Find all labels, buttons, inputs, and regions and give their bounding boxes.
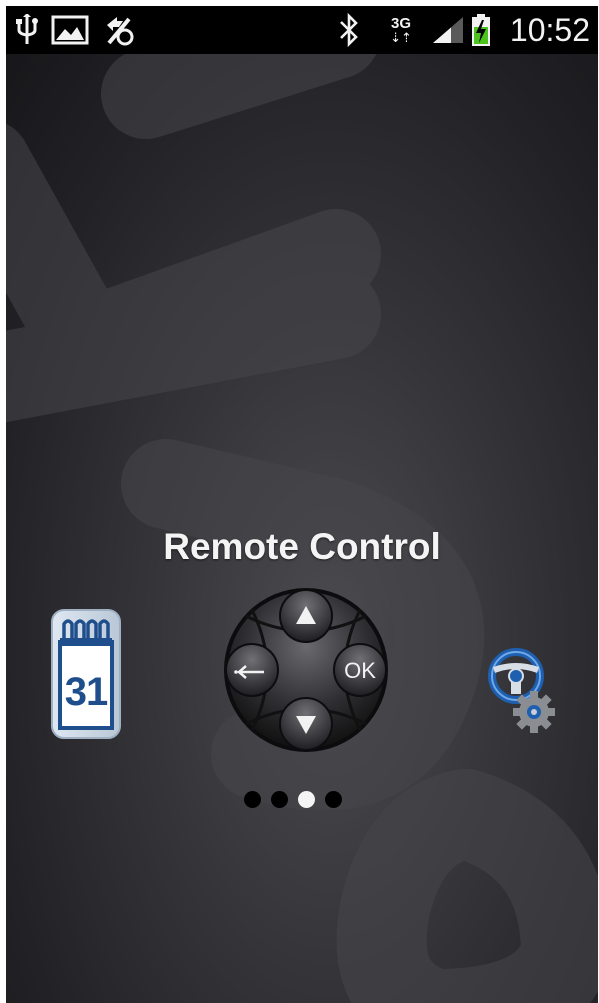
calendar-day-label: 31 [64,670,109,714]
page-dot[interactable] [325,791,342,808]
battery-charging-icon [470,12,492,48]
home-pager[interactable]: Remote Control 31 OK [6,54,598,1003]
page-title: Remote Control [163,526,441,567]
steering-wheel-settings-icon[interactable] [486,632,558,736]
image-icon [50,12,90,48]
clock: 10:52 [509,12,590,48]
usb-icon [14,12,40,48]
bluetooth-icon [336,12,362,48]
network-3g-icon: 3G ⇣⇡ [390,15,412,45]
network-label: 3G [390,15,411,32]
status-bar: 3G ⇣⇡ 10:52 [6,6,598,54]
remote-control-dpad-icon[interactable]: OK [222,586,390,754]
signal-icon [430,12,466,48]
page-dot[interactable] [271,791,288,808]
page-indicator [244,788,344,812]
calendar-icon[interactable]: 31 [50,608,122,740]
ok-button-label: OK [344,658,376,683]
page-dot[interactable] [244,791,261,808]
page-dot-active[interactable] [298,791,315,808]
phone-screen: 3G ⇣⇡ 10:52 Remote Control 31 OK [6,6,598,1003]
no-location-icon [102,12,138,48]
